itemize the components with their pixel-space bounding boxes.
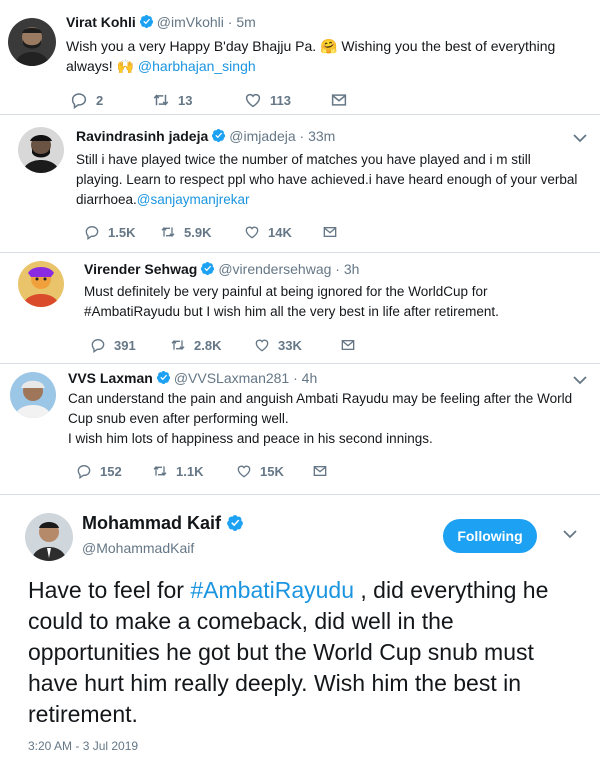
tweet-text: Must definitely be very painful at being… <box>84 282 559 322</box>
reply-count: 2 <box>96 92 104 108</box>
like-count: 14K <box>268 224 292 240</box>
mention-link[interactable]: @sanjaymanjrekar <box>137 192 250 207</box>
reply-button[interactable]: 152 <box>76 461 122 481</box>
reply-count: 391 <box>114 337 136 353</box>
author-handle[interactable]: @virendersehwag <box>218 261 331 277</box>
dm-button[interactable] <box>330 90 348 110</box>
tweet-time[interactable]: · 4h <box>293 370 317 386</box>
tweet-laxman[interactable]: VVS Laxman @VVSLaxman281 · 4h Can underst… <box>0 364 600 494</box>
avatar[interactable] <box>25 513 73 561</box>
retweet-button[interactable]: 2.8K <box>170 335 221 355</box>
verified-icon <box>211 128 226 143</box>
hashtag-link[interactable]: #AmbatiRayudu <box>190 577 354 603</box>
tweet-text: Still i have played twice the number of … <box>76 150 581 210</box>
avatar-image <box>18 261 64 307</box>
like-count: 33K <box>278 337 302 353</box>
dm-button[interactable] <box>340 335 356 355</box>
tweet-sehwag[interactable]: Virender Sehwag @virendersehwag · 3h Must… <box>0 253 600 362</box>
tweet-text-start: Have to feel for <box>28 577 191 603</box>
like-icon <box>254 337 270 353</box>
author-name[interactable]: Ravindrasinh jadeja <box>76 128 208 144</box>
tweet-text-main: Can understand the pain and anguish Amba… <box>68 391 573 426</box>
tweet-time[interactable]: · 3h <box>335 261 359 277</box>
author-name[interactable]: Virat Kohli <box>66 14 136 30</box>
author-handle[interactable]: @imjadeja <box>229 128 295 144</box>
retweet-icon <box>170 337 186 353</box>
reply-button[interactable]: 391 <box>90 335 136 355</box>
avatar[interactable] <box>10 372 56 418</box>
retweet-count: 2.8K <box>194 337 222 353</box>
verified-icon <box>156 370 171 385</box>
author-handle[interactable]: @imVkohli <box>157 14 224 30</box>
dm-icon <box>322 224 338 240</box>
author-name-row: Mohammad Kaif <box>82 513 247 534</box>
retweet-count: 5.9K <box>184 224 212 240</box>
tweet-text: Can understand the pain and anguish Amba… <box>68 389 588 449</box>
retweet-icon <box>152 91 170 109</box>
retweet-count: 13 <box>178 92 193 108</box>
like-button[interactable]: 113 <box>244 90 291 110</box>
author-handle[interactable]: @VVSLaxman281 <box>174 370 289 386</box>
dm-icon <box>340 337 356 353</box>
tweet-jadeja[interactable]: Ravindrasinh jadeja @imjadeja · 33m Still… <box>0 115 600 251</box>
verified-icon <box>226 514 244 532</box>
author-handle[interactable]: @MohammadKaif <box>82 540 194 556</box>
reply-count: 152 <box>100 463 122 479</box>
avatar[interactable] <box>8 18 56 66</box>
avatar[interactable] <box>18 127 64 173</box>
reply-icon <box>76 463 92 479</box>
retweet-count: 1.1K <box>176 463 204 479</box>
avatar-image <box>18 127 64 173</box>
reply-count: 1.5K <box>108 224 136 240</box>
avatar-image <box>8 18 56 66</box>
retweet-icon <box>160 224 176 240</box>
like-count: 15K <box>260 463 284 479</box>
following-button[interactable]: Following <box>443 519 537 553</box>
caret-down-icon[interactable] <box>572 374 588 386</box>
author-name[interactable]: Virender Sehwag <box>84 261 197 277</box>
tweet-time[interactable]: · 33m <box>300 128 336 144</box>
retweet-button[interactable]: 5.9K <box>160 222 211 242</box>
author-name[interactable]: Mohammad Kaif <box>82 513 221 533</box>
caret-down-icon[interactable] <box>572 132 588 144</box>
dm-button[interactable] <box>322 222 338 242</box>
avatar-image <box>10 372 56 418</box>
like-icon <box>244 91 262 109</box>
dm-button[interactable] <box>312 461 328 481</box>
retweet-button[interactable]: 1.1K <box>152 461 203 481</box>
avatar-image <box>25 513 73 561</box>
author-name[interactable]: VVS Laxman <box>68 370 153 386</box>
reply-button[interactable]: 1.5K <box>84 222 135 242</box>
verified-icon <box>139 14 154 29</box>
like-icon <box>236 463 252 479</box>
like-button[interactable]: 15K <box>236 461 284 481</box>
verified-icon <box>200 261 215 276</box>
reply-button[interactable]: 2 <box>70 90 103 110</box>
retweet-button[interactable]: 13 <box>152 90 192 110</box>
reply-icon <box>90 337 106 353</box>
tweet-timestamp[interactable]: 3:20 AM - 3 Jul 2019 <box>28 739 138 753</box>
tweet-time[interactable]: · 5m <box>228 14 256 30</box>
like-button[interactable]: 14K <box>244 222 292 242</box>
dm-icon <box>312 463 328 479</box>
avatar[interactable] <box>18 261 64 307</box>
retweet-icon <box>152 463 168 479</box>
tweet-text-main: Must definitely be very painful at being… <box>84 284 499 319</box>
dm-icon <box>330 91 348 109</box>
caret-down-icon[interactable] <box>562 528 578 540</box>
like-button[interactable]: 33K <box>254 335 302 355</box>
like-count: 113 <box>270 92 291 108</box>
mention-link[interactable]: @harbhajan_singh <box>138 58 256 74</box>
tweet-kohli[interactable]: Virat Kohli @imVkohli · 5m Wish you a ver… <box>0 0 600 113</box>
like-icon <box>244 224 260 240</box>
tweet-text-second: I wish him lots of happiness and peace i… <box>68 431 433 446</box>
featured-tweet-text: Have to feel for #AmbatiRayudu , did eve… <box>28 575 588 730</box>
tweet-text: Wish you a very Happy B'day Bhajju Pa. 🤗… <box>66 36 596 76</box>
reply-icon <box>84 224 100 240</box>
reply-icon <box>70 91 88 109</box>
